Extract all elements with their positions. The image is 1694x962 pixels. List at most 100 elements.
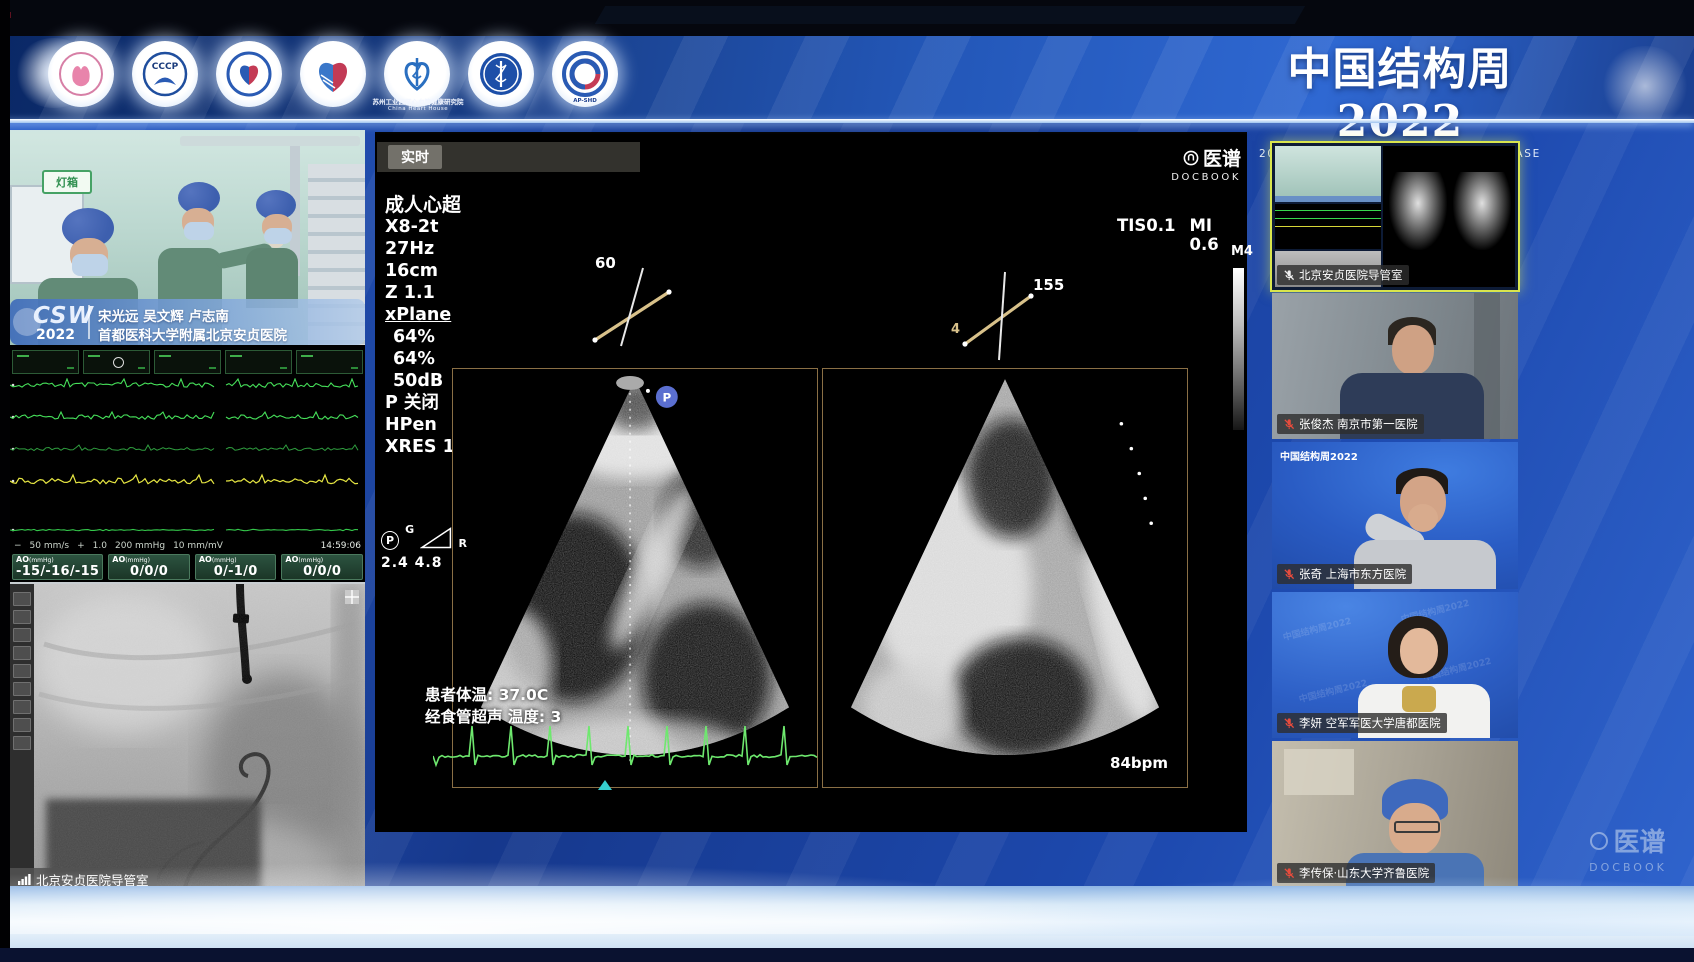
- mini-ecg: [1275, 204, 1381, 249]
- exam-mode: 成人心超: [385, 194, 461, 216]
- participant-name: 张奇 上海市东方医院: [1299, 566, 1406, 582]
- dynamic-range: 50dB: [385, 370, 461, 392]
- fluoro-tool-button[interactable]: [13, 610, 31, 624]
- logo-caption-cn: 苏州工业园区心血管健康研究院: [360, 99, 476, 106]
- sweep-marker-icon: [598, 780, 612, 790]
- heart-emblem-icon: [225, 50, 273, 98]
- bottom-bar: [0, 948, 1694, 962]
- avatar-head: [1392, 325, 1434, 375]
- live-button[interactable]: 实时: [388, 145, 442, 169]
- speed-decrease-button[interactable]: −: [14, 541, 22, 551]
- watermark-ring-icon: [1590, 832, 1608, 850]
- participant-tile[interactable]: 张俊杰 南京市第一医院: [1272, 293, 1518, 440]
- speed-increase-button[interactable]: +: [77, 541, 85, 551]
- angle-right-value: 155: [1033, 276, 1064, 294]
- pressure-label: AO: [16, 555, 29, 564]
- logo-caption: 苏州工业园区心血管健康研究院 China Heart House: [360, 99, 476, 113]
- docbook-watermark: 医谱 DOCBOOK: [1566, 822, 1690, 874]
- fluoro-tool-button[interactable]: [13, 718, 31, 732]
- plane-marker-letter: P: [662, 390, 671, 404]
- ceiling-band: [0, 0, 1694, 36]
- pressure-readouts: AO(mmHg) -15/-16/-15 AO(mmHg) 0/0/0 AO(m…: [12, 554, 363, 580]
- lightbox-sign: 灯箱: [42, 170, 92, 194]
- org-logo-1: [48, 41, 114, 107]
- fluoro-toolbar: [10, 584, 34, 892]
- fluoroscopy-video[interactable]: 北京安贞医院导管室: [10, 582, 365, 892]
- mic-muted-icon: [1283, 568, 1295, 580]
- p-indicator: P: [381, 531, 399, 550]
- org-logo-3: [216, 41, 282, 107]
- acoustic-indices: TIS0.1 MI 0.6: [1117, 216, 1247, 254]
- ao-pressure-box: AO(mmHg) -15/-16/-15: [12, 554, 103, 580]
- ao-pressure-box: AO(mmHg) 0/-1/0: [195, 554, 277, 580]
- monitor-header-box: [296, 350, 363, 374]
- pressure-label: AO: [285, 555, 298, 564]
- gain-percent-2: 64%: [385, 348, 461, 370]
- fluoro-tool-button[interactable]: [13, 664, 31, 678]
- mini-or-video: [1275, 146, 1381, 202]
- monitor-header-boxes: [12, 350, 363, 374]
- gain-ramp-icon: [420, 526, 452, 550]
- handshake-heart-icon: [309, 50, 357, 98]
- monitor-header-box: [154, 350, 221, 374]
- ceiling-truss: [595, 6, 1305, 24]
- xray-image: [34, 584, 365, 890]
- xplane-mode: xPlane: [385, 304, 461, 326]
- ultrasound-image-right: [823, 369, 1187, 787]
- surgeon-mask: [72, 254, 108, 276]
- org-logo-4: [300, 41, 366, 107]
- map-label: M4: [1231, 244, 1253, 259]
- logo-caption-en: China Heart House: [360, 106, 476, 113]
- hpen-setting: HPen: [385, 414, 461, 436]
- fluoro-tool-button[interactable]: [13, 592, 31, 606]
- pressure-label: AO: [199, 555, 212, 564]
- angle-left-value: 60: [595, 254, 616, 272]
- brand-en: DOCBOOK: [1123, 172, 1241, 183]
- mic-muted-icon: [1283, 717, 1295, 729]
- temperature-readout: 患者体温: 37.0C 经食管超声 温度: 3: [425, 684, 561, 728]
- left-edge-strip: [0, 0, 10, 948]
- transducer-cap: [616, 376, 644, 390]
- participant-label: 张俊杰 南京市第一医院: [1277, 414, 1424, 434]
- ceiling-rail: [180, 136, 360, 146]
- docbook-mark-icon: [1183, 150, 1199, 166]
- depth: 16cm: [385, 260, 461, 282]
- ecg-trace-4: [10, 475, 358, 484]
- ecg-trace-3: [10, 445, 358, 451]
- echocardiogram-panel[interactable]: 实时 医谱 DOCBOOK 成人心超 X8-2t 27Hz 16cm Z 1.1…: [375, 132, 1247, 832]
- pressure-value: -15/-16/-15: [16, 565, 99, 579]
- fluoro-tool-button[interactable]: [13, 682, 31, 696]
- participant-tile-cathlab[interactable]: 北京安贞医院导管室: [1272, 143, 1518, 290]
- participant-name: 北京安贞医院导管室: [1299, 267, 1403, 283]
- participant-label: 北京安贞医院导管室: [1277, 265, 1409, 285]
- org-logo-7: AP-SHD: [552, 41, 618, 107]
- gain-percent-1: 64%: [385, 326, 461, 348]
- watermark-cn: 医谱: [1613, 822, 1665, 859]
- ecg-pressure-traces: [10, 378, 365, 536]
- footer-wave: [0, 886, 1694, 948]
- operating-room-video[interactable]: 灯箱 CSW 2022 宋光远 吴文辉 卢志南 首都医科大学附属北京安贞医院: [10, 130, 365, 345]
- pressure-trace-flat: [10, 529, 358, 530]
- org-logo-2: CCCP: [132, 41, 198, 107]
- participant-tile[interactable]: 李传保·山东大学齐鲁医院: [1272, 741, 1518, 888]
- monitor-toolbar: − 50 mm/s + 1.0 200 mmHg 10 mm/mV 14:59:…: [14, 539, 361, 552]
- zoom-factor: Z 1.1: [385, 282, 461, 304]
- fluoro-tool-button[interactable]: [13, 628, 31, 642]
- badge-divider: [88, 305, 90, 339]
- echo-parameters: 成人心超 X8-2t 27Hz 16cm Z 1.1 xPlane 64% 64…: [385, 194, 461, 458]
- fluoro-tool-button[interactable]: [13, 700, 31, 714]
- fluoro-tool-button[interactable]: [13, 646, 31, 660]
- pressure-value: 0/-1/0: [199, 565, 273, 579]
- csw-acronym: CSW: [33, 303, 94, 329]
- monitor-clock: 14:59:06: [321, 541, 361, 551]
- participant-tile[interactable]: 中国结构周2022 中国结构周2022 中国结构周2022 中国结构周2022 …: [1272, 592, 1518, 739]
- grid-icon[interactable]: [345, 590, 359, 604]
- tis-value: TIS0.1: [1117, 216, 1176, 254]
- ecg-trace-1: [10, 379, 358, 387]
- apshd-label: AP-SHD: [552, 98, 618, 104]
- participant-tile[interactable]: 中国结构周2022 张奇 上海市东方医院: [1272, 442, 1518, 589]
- fluoro-tool-button[interactable]: [13, 736, 31, 750]
- docbook-logo: 医谱 DOCBOOK: [1123, 144, 1241, 183]
- heart-staff-icon: [393, 50, 441, 98]
- g-indicator: G: [405, 523, 414, 536]
